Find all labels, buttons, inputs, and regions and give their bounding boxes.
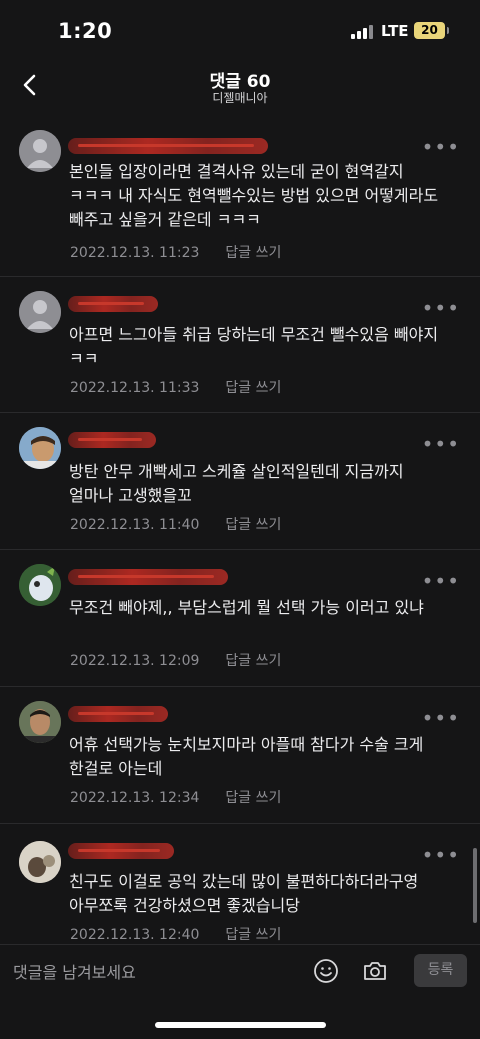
reply-button[interactable]: 답글 쓰기 (225, 927, 281, 943)
more-dots-icon[interactable]: ••• (422, 298, 460, 318)
author-name-redacted[interactable] (68, 432, 156, 448)
author-name-redacted[interactable] (68, 843, 174, 859)
avatar[interactable] (19, 841, 61, 883)
camera-icon (364, 962, 386, 980)
comment-meta: 2022.12.13. 11:23 답글 쓰기 (70, 242, 281, 262)
comment-item: ••• 어휴 선택가능 눈치보지마라 아플때 참다가 수술 크게 한걸로 아는데… (0, 686, 480, 823)
comment-date: 2022.12.13. 12:34 (70, 790, 200, 806)
more-dots-icon[interactable]: ••• (422, 708, 460, 728)
comment-text: 아프면 느그아들 취급 당하는데 무조건 뺄수있음 빼야지 ㅋㅋ (69, 325, 439, 368)
comment-meta: 2022.12.13. 11:40 답글 쓰기 (70, 514, 281, 534)
page-subtitle: 디젤매니아 (212, 91, 268, 105)
comment-text: 본인들 입장이라면 결격사유 있는데 굳이 현역갈지 ㅋㅋㅋ 내 자식도 현역뺄… (69, 162, 439, 229)
avatar[interactable] (19, 564, 61, 606)
photo-avatar-icon (19, 701, 61, 743)
comment-item: ••• 방탄 안무 개빡세고 스케쥴 살인적일텐데 지금까지 얼마나 고생했을꼬… (0, 412, 480, 549)
photo-avatar-icon (19, 427, 61, 469)
more-dots-icon[interactable]: ••• (422, 845, 460, 865)
submit-button[interactable]: 등록 (414, 954, 467, 987)
reply-button[interactable]: 답글 쓰기 (225, 790, 281, 806)
comment-input[interactable]: 댓글을 남겨보세요 (13, 959, 136, 983)
comment-text: 방탄 안무 개빡세고 스케쥴 살인적일텐데 지금까지 얼마나 고생했을꼬 (69, 462, 404, 505)
divider (0, 686, 480, 687)
comment-text: 친구도 이걸로 공익 갔는데 많이 불편하다하더라구영 아무쪼록 건강하셨으면 … (69, 872, 419, 915)
comment-list[interactable]: ••• 본인들 입장이라면 결격사유 있는데 굳이 현역갈지 ㅋㅋㅋ 내 자식도… (0, 114, 480, 944)
camera-button[interactable] (362, 958, 388, 984)
reply-button[interactable]: 답글 쓰기 (225, 517, 281, 533)
home-indicator[interactable] (155, 1022, 326, 1028)
divider (0, 412, 480, 413)
comment-item: ••• 무조건 빼야제,, 부담스럽게 뭘 선택 가능 이러고 있냐 2022.… (0, 549, 480, 686)
avatar[interactable] (19, 130, 61, 172)
divider (0, 549, 480, 550)
comment-item: ••• 본인들 입장이라면 결격사유 있는데 굳이 현역갈지 ㅋㅋㅋ 내 자식도… (0, 114, 480, 276)
comment-date: 2022.12.13. 11:23 (70, 245, 200, 261)
comment-input-bar: 댓글을 남겨보세요 등록 (0, 944, 480, 996)
emoji-button[interactable] (313, 958, 339, 984)
reply-button[interactable]: 답글 쓰기 (225, 653, 281, 669)
comment-meta: 2022.12.13. 11:33 답글 쓰기 (70, 377, 281, 397)
comment-meta: 2022.12.13. 12:34 답글 쓰기 (70, 787, 281, 807)
comment-item: ••• 아프면 느그아들 취급 당하는데 무조건 뺄수있음 빼야지 ㅋㅋ 202… (0, 276, 480, 412)
more-dots-icon[interactable]: ••• (422, 434, 460, 454)
reply-button[interactable]: 답글 쓰기 (225, 245, 281, 261)
default-avatar-icon (19, 130, 61, 172)
author-name-redacted[interactable] (68, 138, 268, 154)
comment-meta: 2022.12.13. 12:09 답글 쓰기 (70, 650, 281, 670)
default-avatar-icon (19, 291, 61, 333)
photo-avatar-icon (19, 564, 61, 606)
comment-text: 무조건 빼야제,, 부담스럽게 뭘 선택 가능 이러고 있냐 (69, 598, 424, 617)
signal-icon (351, 25, 373, 39)
comment-text: 어휴 선택가능 눈치보지마라 아플때 참다가 수술 크게 한걸로 아는데 (69, 735, 424, 778)
avatar[interactable] (19, 291, 61, 333)
network-type: LTE (381, 22, 409, 40)
battery-icon: 20 (414, 22, 449, 39)
status-time: 1:20 (58, 19, 113, 43)
comment-date: 2022.12.13. 12:09 (70, 653, 200, 669)
divider (0, 823, 480, 824)
comment-date: 2022.12.13. 12:40 (70, 927, 200, 943)
reply-button[interactable]: 답글 쓰기 (225, 380, 281, 396)
comment-meta: 2022.12.13. 12:40 답글 쓰기 (70, 924, 281, 944)
author-name-redacted[interactable] (68, 706, 168, 722)
comment-date: 2022.12.13. 11:40 (70, 517, 200, 533)
emoji-icon (314, 959, 338, 983)
author-name-redacted[interactable] (68, 569, 228, 585)
avatar[interactable] (19, 427, 61, 469)
divider (0, 276, 480, 277)
comment-item: ••• 친구도 이걸로 공익 갔는데 많이 불편하다하더라구영 아무쪼록 건강하… (0, 823, 480, 944)
comment-date: 2022.12.13. 11:33 (70, 380, 200, 396)
more-dots-icon[interactable]: ••• (422, 137, 460, 157)
nav-header: 댓글 60 디젤매니아 (0, 62, 480, 112)
more-dots-icon[interactable]: ••• (422, 571, 460, 591)
status-bar: 1:20 LTE 20 (0, 0, 480, 62)
photo-avatar-icon (19, 841, 61, 883)
avatar[interactable] (19, 701, 61, 743)
scrollbar[interactable] (473, 848, 477, 923)
author-name-redacted[interactable] (68, 296, 158, 312)
